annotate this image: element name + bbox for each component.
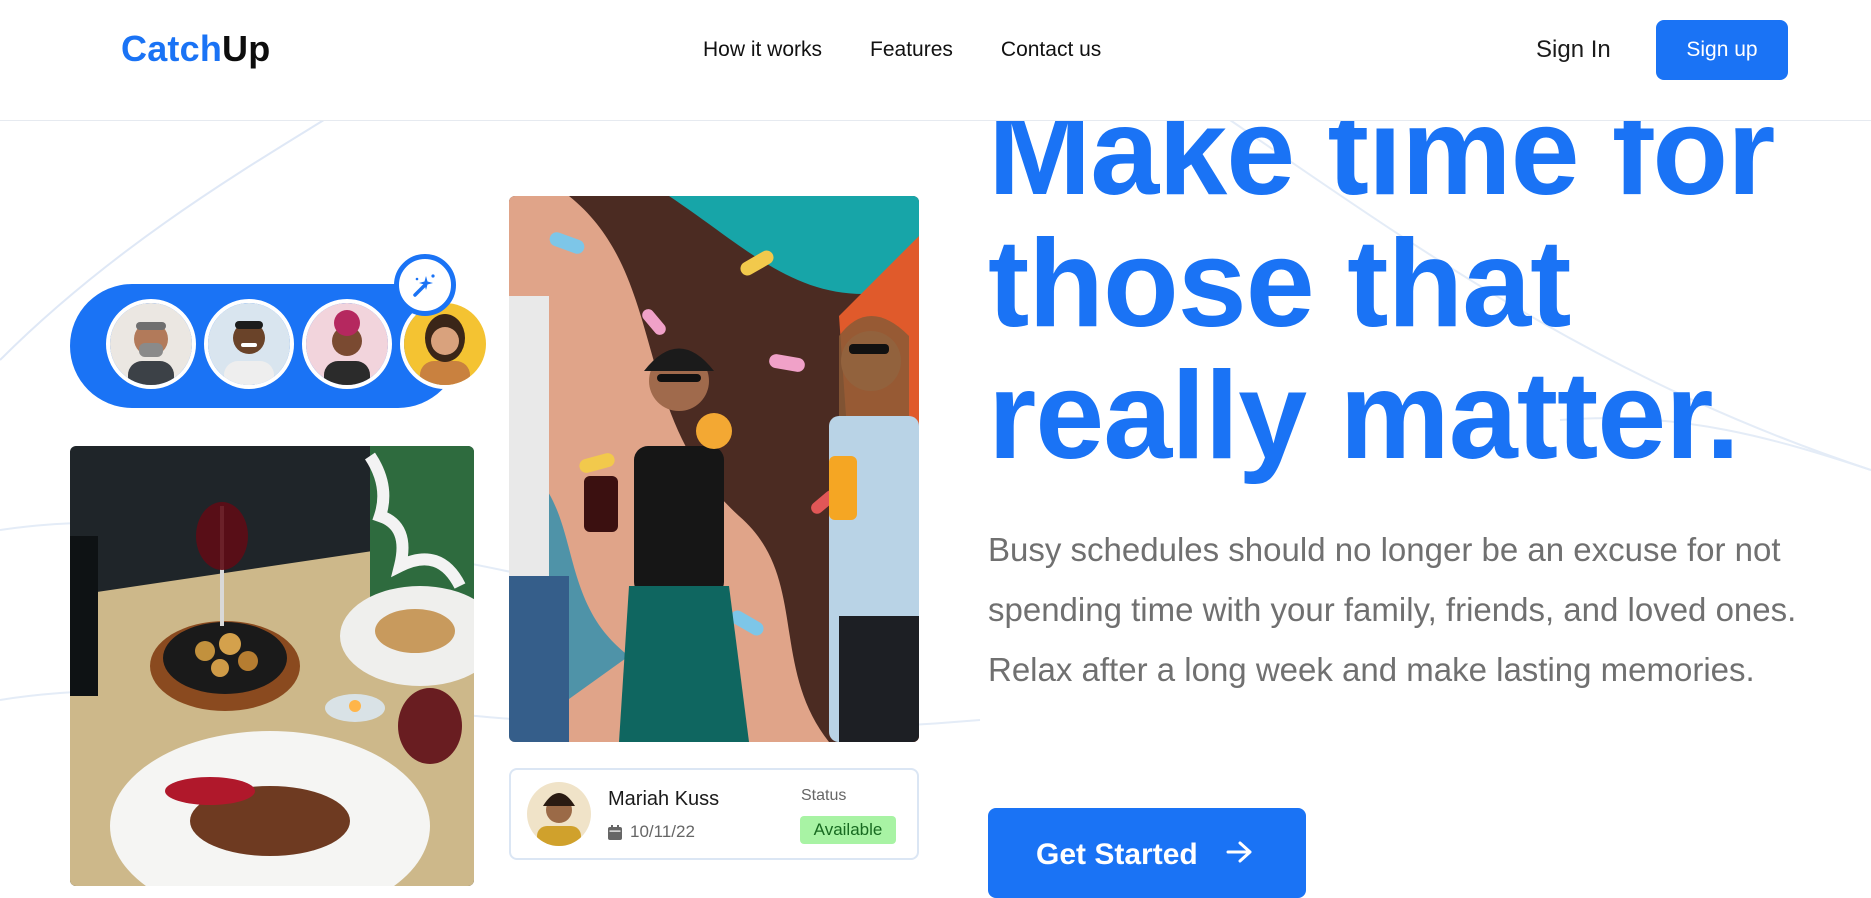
dinner-table-photo (70, 446, 474, 886)
card-name: Mariah Kuss (608, 788, 720, 810)
avatar (106, 299, 196, 389)
arrow-right-icon (1226, 841, 1252, 863)
card-status-label: Status (801, 787, 847, 804)
card-date-row: 10/11/22 (608, 822, 695, 842)
sign-in-link[interactable]: Sign In (1536, 36, 1611, 64)
calendar-icon (608, 824, 622, 840)
avatar (527, 782, 591, 846)
hero-headline: Make time for those that really matter. (988, 86, 1868, 482)
profile-status-card[interactable]: Mariah Kuss 10/11/22 Status Available (509, 768, 919, 860)
nav-link-contact-us[interactable]: Contact us (1001, 38, 1101, 62)
card-date: 10/11/22 (630, 822, 695, 841)
sparkle-icon (413, 274, 435, 297)
nav-link-how-it-works[interactable]: How it works (703, 38, 822, 62)
hero-headline-line: really matter. (988, 347, 1740, 485)
nav-links: How it works Features Contact us (703, 38, 1101, 62)
status-badge: Available (800, 816, 896, 844)
get-started-label: Get Started (1036, 838, 1198, 871)
hero-description: Busy schedules should no longer be an ex… (988, 531, 1797, 688)
get-started-button[interactable]: Get Started (988, 808, 1306, 898)
brand-logo[interactable]: CatchUp (121, 28, 270, 70)
brand-logo-part1: Catch (121, 28, 223, 69)
top-navbar: CatchUp How it works Features Contact us… (0, 0, 1871, 121)
brand-logo-part2: Up (222, 28, 271, 69)
nav-link-features[interactable]: Features (870, 38, 953, 62)
sparkle-badge[interactable] (394, 254, 456, 316)
hero-headline-line: those that (988, 215, 1571, 353)
friends-mural-photo (509, 196, 919, 742)
avatar (204, 299, 294, 389)
avatar (302, 299, 392, 389)
sign-up-button[interactable]: Sign up (1656, 20, 1788, 80)
